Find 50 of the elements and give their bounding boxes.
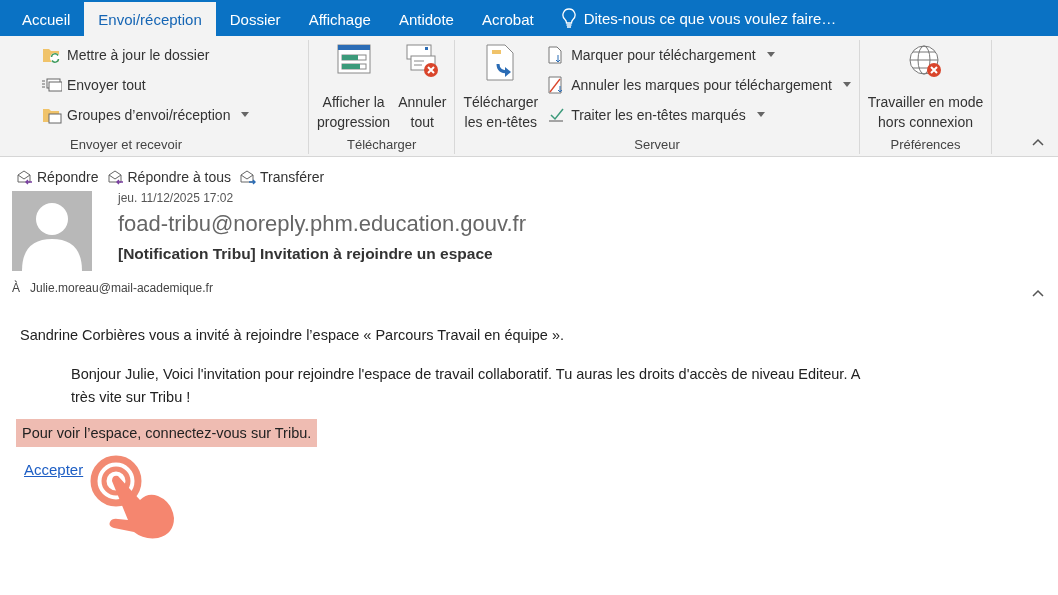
forward-icon	[239, 169, 258, 185]
ribbon-button[interactable]: Annuler tout	[396, 40, 449, 132]
group-label: Envoyer et recevoir	[69, 137, 183, 154]
caret-icon	[756, 112, 765, 117]
progress-window-icon	[336, 44, 371, 74]
send-all-icon	[42, 76, 62, 93]
caret-icon	[766, 52, 775, 57]
group-label: Serveur	[633, 137, 681, 154]
reply-all-icon	[106, 169, 125, 185]
ribbon-button[interactable]: Afficher la progression	[315, 40, 393, 132]
message-action[interactable]: Répondre à tous	[106, 169, 232, 185]
ribbon-tab[interactable]: Antidote	[384, 2, 468, 36]
sender-address: foad-tribu@noreply.phm.education.gouv.fr	[118, 211, 526, 237]
ribbon-button[interactable]: Marquer pour téléchargement	[544, 42, 853, 67]
document-arrow-icon	[548, 45, 565, 64]
message-paragraph: Bonjour Julie, Voici l'invitation pour rejoindre l'espace de travail collaboratif. Tu auras les droits d'accès de niveau Editeur. A très vite sur Tribu !	[71, 365, 861, 407]
ribbon-tab[interactable]: Dossier	[215, 2, 295, 36]
globe-offline-icon	[907, 44, 944, 80]
message-date: jeu. 11/12/2025 17:02	[118, 191, 235, 205]
recipient-address: Julie.moreau@mail-academique.fr	[30, 281, 213, 295]
ribbon-tab[interactable]: Affichage	[294, 2, 385, 36]
document-cancel-icon	[548, 75, 565, 94]
ribbon-button[interactable]: Travailler en mode hors connexion	[865, 40, 986, 132]
ribbon-tab[interactable]: Accueil	[8, 2, 85, 36]
ribbon-button[interactable]: Télécharger les en-têtes	[461, 40, 541, 132]
group-label: Télécharger	[346, 137, 418, 154]
envelopes-cancel-icon	[405, 44, 440, 78]
ribbon-button[interactable]: Groupes d’envoi/réception	[40, 102, 252, 127]
message-subject: [Notification Tribu] Invitation à rejoindre un espace	[118, 245, 494, 263]
collapse-header-icon[interactable]	[1032, 289, 1044, 297]
notice-banner: Pour voir l’espace, connectez-vous sur Tribu.	[16, 419, 318, 447]
caret-icon	[241, 112, 250, 117]
invitation-text: Sandrine Corbières vous a invité à rejoindre l’espace « Parcours Travail en équipe ».	[20, 327, 566, 343]
lightbulb-icon	[561, 8, 576, 28]
reply-icon	[16, 169, 34, 185]
ribbon-button[interactable]: Envoyer tout	[40, 72, 252, 97]
checkmark-icon	[548, 107, 565, 122]
tell-me-field[interactable]: Dites-nous ce que vous voulez faire…	[581, 8, 856, 28]
message-action[interactable]: Transférer	[239, 169, 325, 185]
ribbon-button[interactable]: Mettre à jour le dossier	[40, 42, 252, 67]
ribbon-button[interactable]: Annuler les marques pour téléchargement	[544, 72, 853, 97]
ribbon-button[interactable]: Traiter les en-têtes marqués	[544, 102, 853, 127]
message-action[interactable]: Répondre	[16, 169, 99, 185]
accept-link[interactable]: Accepter	[24, 461, 84, 478]
ribbon-tab[interactable]: Envoi/réception	[84, 2, 216, 36]
ribbon-tab[interactable]: Acrobat	[467, 2, 548, 36]
group-label: Préférences	[889, 137, 962, 154]
collapse-ribbon-icon[interactable]	[1032, 138, 1044, 146]
caret-icon	[842, 82, 851, 87]
to-label: À	[12, 281, 20, 295]
